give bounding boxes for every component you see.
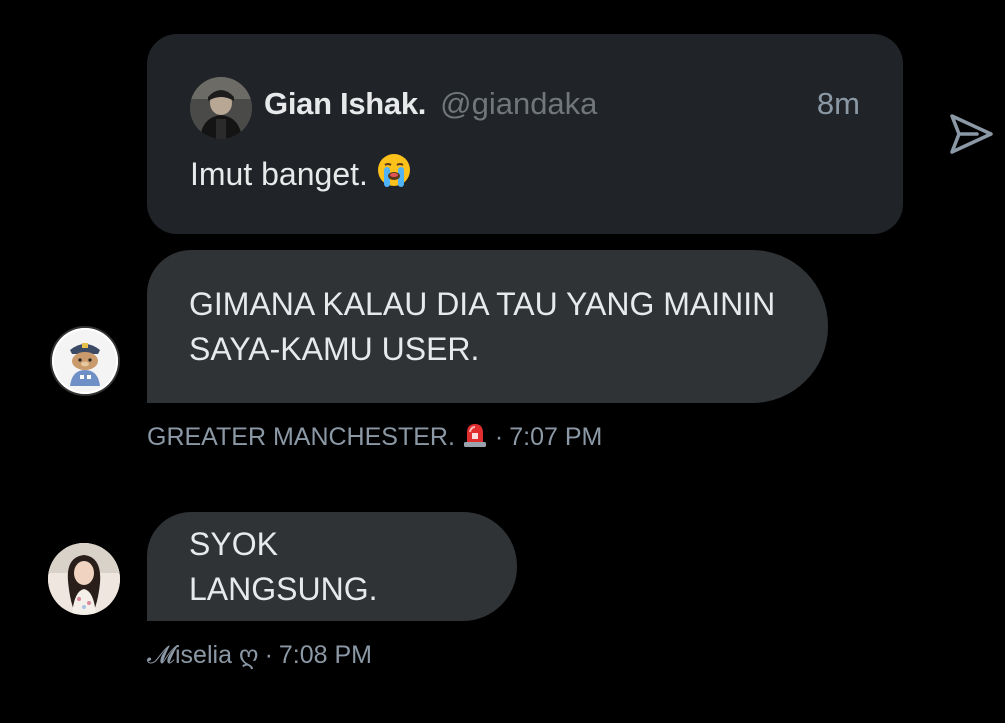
message-bubble-2[interactable]: SYOK LANGSUNG. <box>147 512 517 621</box>
quoted-tweet-time: 8m <box>816 86 860 121</box>
quoted-tweet-header: Gian Ishak. @giandaka <box>264 86 597 122</box>
message-text-1: GIMANA KALAU DIA TAU YANG MAININ SAYA-KA… <box>189 285 776 367</box>
meta-separator-2: · <box>264 640 273 669</box>
quoted-author-handle: @giandaka <box>440 86 598 121</box>
sender-name-1[interactable]: GREATER MANCHESTER. <box>147 423 455 452</box>
sender-avatar-2[interactable] <box>48 543 120 615</box>
meta-separator-1: · <box>494 423 504 451</box>
police-light-icon <box>461 420 489 455</box>
message-timestamp-2: 7:08 PM <box>278 640 373 669</box>
quoted-tweet-body: Imut banget. <box>190 155 368 192</box>
quoted-author-name[interactable]: Gian Ishak. <box>264 86 426 122</box>
message-text-2: SYOK LANGSUNG. <box>189 525 378 607</box>
quoted-tweet-text: Imut banget. <box>190 152 412 196</box>
message-timestamp-1: 7:07 PM <box>509 423 603 451</box>
sender-name-2[interactable]: 𝓜iselia ღ <box>147 640 259 670</box>
message-bubble-1[interactable]: GIMANA KALAU DIA TAU YANG MAININ SAYA-KA… <box>147 250 828 403</box>
sender-avatar-1[interactable] <box>52 328 118 394</box>
loudly-crying-face-icon <box>376 152 412 196</box>
quoted-author-avatar[interactable] <box>190 77 252 139</box>
message-meta-1: GREATER MANCHESTER. · 7:07 PM <box>147 420 602 455</box>
quoted-tweet-card[interactable]: Gian Ishak. @giandaka 8m Imut banget. <box>147 34 903 234</box>
dm-conversation: Gian Ishak. @giandaka 8m Imut banget. GI… <box>0 0 1005 723</box>
send-icon[interactable] <box>947 110 995 158</box>
message-meta-2: 𝓜iselia ღ · 7:08 PM <box>147 640 372 670</box>
